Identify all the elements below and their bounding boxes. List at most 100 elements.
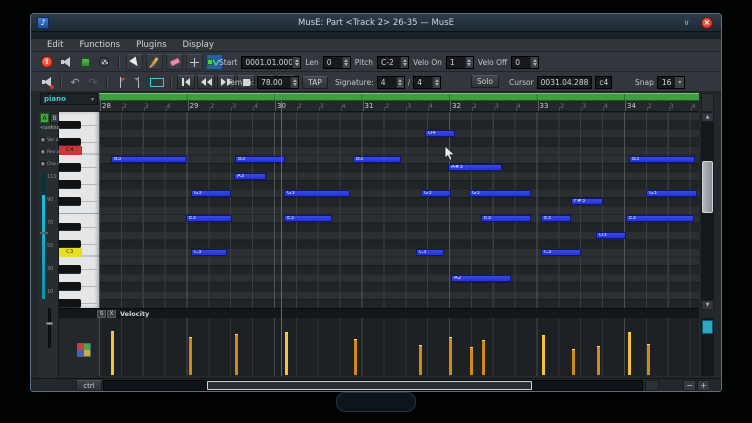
- audition-mute-button[interactable]: [39, 75, 55, 90]
- spinner-arrows-icon[interactable]: [530, 57, 538, 68]
- midi-note[interactable]: E3: [481, 215, 531, 222]
- timeline-ruler[interactable]: 28234292343023431234322343323434234: [99, 101, 699, 112]
- scroll-down-button[interactable]: ▼: [701, 300, 714, 310]
- zoom-in-button[interactable]: +: [697, 380, 710, 391]
- fader-handle[interactable]: [46, 322, 53, 325]
- goto-start-button[interactable]: [177, 75, 195, 89]
- midi-note[interactable]: E3: [284, 215, 332, 222]
- midi-note[interactable]: B3: [235, 156, 285, 163]
- tool-cursor[interactable]: [186, 54, 203, 70]
- midi-note[interactable]: G3: [469, 190, 531, 197]
- piano-key-highlight-yellow[interactable]: C3: [59, 248, 82, 257]
- spinner-arrows-icon[interactable]: [290, 77, 298, 88]
- spinner-arrows-icon[interactable]: [400, 57, 408, 68]
- scroll-widget[interactable]: [645, 380, 659, 391]
- velocity-bar[interactable]: [482, 340, 485, 375]
- velocity-bar[interactable]: [285, 332, 288, 375]
- instrument-select[interactable]: piano ▾: [40, 93, 98, 105]
- piano-key-black[interactable]: [59, 240, 81, 249]
- midi-note[interactable]: A2: [451, 275, 511, 282]
- menu-functions[interactable]: Functions: [79, 40, 120, 50]
- piano-key-black[interactable]: [59, 299, 81, 308]
- start-spinbox[interactable]: 0001.01.000: [241, 56, 301, 69]
- midi-input-button[interactable]: [96, 55, 112, 70]
- spinner-arrows-icon[interactable]: [396, 77, 404, 88]
- midi-note[interactable]: B3: [111, 156, 187, 163]
- panic-button[interactable]: !: [39, 55, 55, 70]
- piano-key-black[interactable]: [59, 138, 81, 147]
- ctrl-lane-button[interactable]: ctrl: [76, 380, 102, 391]
- patch-name[interactable]: <unknown>: [40, 125, 59, 132]
- menu-plugins[interactable]: Plugins: [136, 40, 166, 50]
- lane-scrollbar[interactable]: [701, 318, 714, 376]
- piano-key-black[interactable]: [59, 223, 81, 232]
- strip-b-button[interactable]: B: [50, 113, 59, 123]
- variation-send-knob[interactable]: Var off: [40, 135, 59, 145]
- velocity-bar[interactable]: [189, 337, 192, 375]
- midi-note[interactable]: D4: [425, 130, 455, 137]
- velocity-bar[interactable]: [449, 337, 452, 375]
- scroll-up-button[interactable]: ▲: [701, 112, 714, 122]
- velocity-bar[interactable]: [470, 347, 473, 375]
- midi-note[interactable]: A#3: [448, 164, 502, 171]
- horizontal-scrollbar-handle[interactable]: [207, 381, 532, 390]
- titlebar[interactable]: ♪ MusE: Part <Track 2> 26-35 — MusE ∨ ×: [31, 14, 721, 32]
- rewind-button[interactable]: [197, 75, 215, 89]
- piano-key-black[interactable]: [59, 163, 81, 172]
- sig-numerator-spinbox[interactable]: 4: [377, 76, 405, 89]
- midi-note[interactable]: G3: [191, 190, 231, 197]
- vertical-scrollbar-handle[interactable]: [702, 161, 713, 213]
- lane-scrollbar-handle[interactable]: [702, 320, 713, 334]
- tempo-spinbox[interactable]: 78.00: [257, 76, 299, 89]
- velocity-bar[interactable]: [235, 334, 238, 375]
- midi-note[interactable]: C3: [541, 249, 581, 256]
- punch-in-button[interactable]: [113, 75, 129, 90]
- velo-off-spinbox[interactable]: 0: [511, 56, 539, 69]
- audition-button[interactable]: [58, 55, 74, 70]
- tool-pencil[interactable]: [146, 54, 163, 70]
- tool-pointer[interactable]: [126, 54, 143, 70]
- midi-note[interactable]: F#3: [571, 198, 603, 205]
- piano-keyboard[interactable]: C4 C3: [59, 112, 99, 308]
- horizontal-scrollbar[interactable]: [103, 380, 643, 391]
- snap-combobox[interactable]: 16 ▾: [657, 76, 686, 89]
- controller-select-icon[interactable]: [77, 343, 91, 357]
- redo-button[interactable]: ↷: [85, 75, 101, 90]
- volume-slider-handle[interactable]: [40, 232, 48, 234]
- spinner-arrows-icon[interactable]: [342, 57, 350, 68]
- piano-key-highlight-red[interactable]: C4: [59, 146, 82, 155]
- pitch-spinbox[interactable]: C-2: [377, 56, 409, 69]
- menu-display[interactable]: Display: [183, 40, 214, 50]
- midi-note[interactable]: B3: [629, 156, 695, 163]
- piano-key-black[interactable]: [59, 197, 81, 206]
- midi-note[interactable]: E3: [626, 215, 694, 222]
- midi-note[interactable]: A3: [234, 173, 266, 180]
- window-shade-button[interactable]: ∨: [680, 16, 693, 29]
- midi-note[interactable]: G3: [421, 190, 451, 197]
- tool-eraser[interactable]: [166, 54, 183, 70]
- velocity-bar[interactable]: [111, 331, 114, 375]
- velocity-lane[interactable]: [99, 318, 699, 376]
- midi-note[interactable]: B3: [353, 156, 401, 163]
- loop-button[interactable]: [149, 75, 165, 90]
- reverb-send-knob[interactable]: Rev off: [40, 147, 59, 157]
- piano-key-black[interactable]: [59, 180, 81, 189]
- spinner-arrows-icon[interactable]: [432, 77, 440, 88]
- velocity-bar[interactable]: [542, 335, 545, 375]
- velocity-bar[interactable]: [597, 346, 600, 375]
- velocity-bar[interactable]: [354, 339, 357, 375]
- velocity-bar[interactable]: [419, 345, 422, 375]
- midi-note[interactable]: E3: [541, 215, 571, 222]
- part-bar[interactable]: [99, 93, 699, 101]
- step-record-button[interactable]: [77, 55, 93, 70]
- vertical-scrollbar[interactable]: [701, 122, 714, 300]
- punch-out-button[interactable]: [131, 75, 147, 90]
- zoom-out-button[interactable]: −: [683, 380, 696, 391]
- piano-key-black[interactable]: [59, 121, 81, 130]
- lane-x-button[interactable]: X: [107, 310, 116, 318]
- piano-key-black[interactable]: [59, 282, 81, 291]
- lane-s-button[interactable]: S: [97, 310, 106, 318]
- midi-note[interactable]: C3: [191, 249, 227, 256]
- velo-on-spinbox[interactable]: 1: [446, 56, 474, 69]
- midi-note[interactable]: E3: [186, 215, 232, 222]
